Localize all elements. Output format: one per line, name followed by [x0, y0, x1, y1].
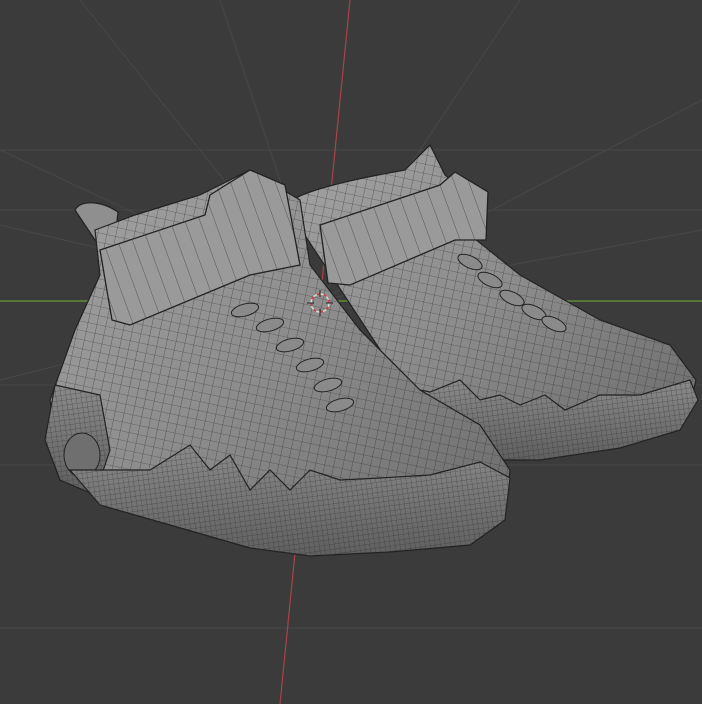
- viewport-canvas[interactable]: [0, 0, 702, 704]
- 3d-viewport[interactable]: [0, 0, 702, 704]
